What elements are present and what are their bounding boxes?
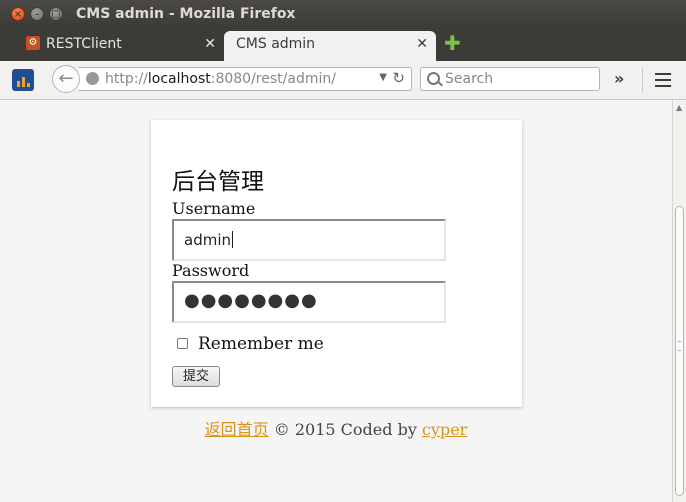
login-card: 后台管理 Username admin Password ●●●●●●●● Re… (151, 120, 522, 407)
vertical-scrollbar[interactable]: ▲ (672, 100, 686, 502)
back-button[interactable]: ← (52, 65, 80, 93)
scrollbar-thumb[interactable] (675, 206, 684, 496)
password-label: Password (172, 261, 250, 280)
toolbar-separator (642, 67, 643, 93)
footer-text: © 2015 Coded by (273, 420, 417, 439)
hamburger-menu-icon[interactable] (655, 73, 671, 87)
toolbar-overflow-icon[interactable]: » (614, 69, 624, 88)
author-link[interactable]: cyper (422, 420, 467, 439)
tab-close-icon[interactable]: ✕ (416, 36, 428, 52)
page-title: 后台管理 (172, 169, 264, 195)
search-icon (427, 72, 440, 85)
window-title: CMS admin - Mozilla Firefox (76, 6, 296, 22)
url-dropdown-icon[interactable]: ▼ (379, 72, 387, 83)
remember-me-checkbox[interactable] (177, 338, 188, 349)
tab-cms-admin[interactable]: CMS admin ✕ (224, 31, 436, 61)
window-maximize-button[interactable]: □ (49, 7, 63, 21)
home-link[interactable]: 返回首页 (205, 420, 269, 439)
tab-label: RESTClient (46, 36, 122, 52)
scroll-up-arrow-icon[interactable]: ▲ (676, 103, 682, 112)
page-viewport: 后台管理 Username admin Password ●●●●●●●● Re… (0, 100, 672, 502)
tab-close-icon[interactable]: ✕ (204, 36, 216, 52)
tab-strip: ⚙ RESTClient ✕ CMS admin ✕ ✚ (0, 28, 686, 61)
url-text[interactable]: http://localhost:8080/rest/admin/ (105, 71, 336, 87)
window-minimize-button[interactable]: – (30, 7, 44, 21)
search-placeholder: Search (445, 71, 494, 87)
page-footer: 返回首页 © 2015 Coded by cyper (0, 416, 672, 440)
password-masked-value: ●●●●●●●● (184, 290, 318, 311)
tab-label: CMS admin (236, 36, 316, 52)
password-input[interactable]: ●●●●●●●● (172, 281, 446, 323)
tab-restclient[interactable]: ⚙ RESTClient ✕ (12, 31, 224, 61)
window-titlebar: × – □ CMS admin - Mozilla Firefox (0, 0, 686, 28)
remember-me-label[interactable]: Remember me (198, 334, 324, 354)
navigation-toolbar: http://localhost:8080/rest/admin/ ▼ ↻ ← … (0, 61, 686, 100)
extension-chart-icon[interactable] (12, 69, 34, 91)
submit-button[interactable]: 提交 (172, 366, 220, 387)
search-bar[interactable]: Search (420, 67, 600, 91)
globe-icon (86, 72, 99, 85)
url-bar[interactable]: http://localhost:8080/rest/admin/ ▼ ↻ (78, 67, 412, 91)
restclient-favicon-icon: ⚙ (26, 36, 40, 50)
window-close-button[interactable]: × (11, 7, 25, 21)
username-input[interactable]: admin (172, 219, 446, 261)
username-label: Username (172, 199, 256, 218)
reload-icon[interactable]: ↻ (392, 69, 405, 87)
new-tab-plus-icon[interactable]: ✚ (444, 33, 461, 53)
text-caret (232, 231, 233, 248)
username-value: admin (184, 231, 231, 249)
